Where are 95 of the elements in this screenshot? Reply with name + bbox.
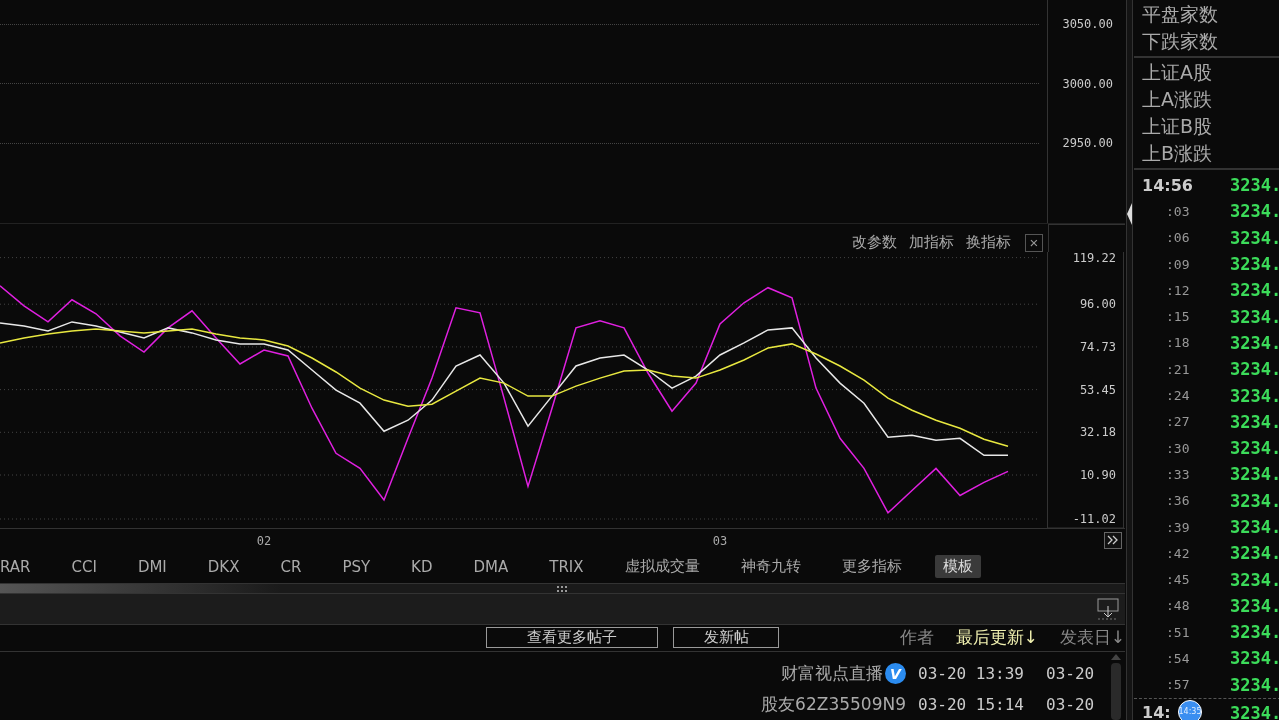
indicator-tab[interactable]: 神奇九转 [732,555,809,579]
tick-time: :42 [1165,545,1190,561]
axis-label: 96.00 [1079,296,1116,311]
tick-price: 3234. [1229,227,1279,248]
post-row[interactable]: 股友62Z35509N9 03-20 15:14 03-20 [0,689,1106,720]
stat-label: 平盘家数 [1141,2,1219,27]
collapse-handle-icon[interactable] [1127,203,1132,225]
axis-label: 10.90 [1079,467,1116,482]
indicator-tab[interactable]: PSY [334,555,379,578]
tick-price: 3234. [1229,517,1279,537]
tick-price: 3234. [1229,569,1279,590]
tick-time: :36 [1165,493,1190,509]
axis-label: 119.22 [1072,251,1116,265]
tick-price: 3234. [1229,543,1279,564]
indicator-tab[interactable]: 更多指标 [833,555,910,579]
axis-label: 3000.00 [1061,76,1114,91]
indicator-button[interactable]: 换指标 [960,232,1017,252]
stat-label: 上证B股 [1141,114,1214,139]
tick-time: :48 [1165,598,1190,614]
tick-price: 3234. [1229,438,1279,459]
table-cell-text: 03-20 [1045,664,1096,683]
tick-time: :24 [1165,388,1190,403]
tick-price: 3234. [1229,332,1279,353]
tick-time: 14: [1141,703,1171,720]
tick-time: :30 [1165,440,1190,456]
tick-price: 3234. [1229,622,1279,643]
tick-time: :39 [1165,519,1190,535]
column-header[interactable]: 发表日↓ [1059,626,1125,650]
tick-time: :03 [1165,203,1190,219]
table-cell-text: 03-20 15:14 [917,695,1025,714]
tick-time: :09 [1165,256,1190,272]
tick-time: :27 [1165,414,1190,430]
tick-price: 3234. [1229,280,1279,301]
tick-time: :15 [1165,309,1190,325]
tick-time: :54 [1165,651,1190,666]
indicator-button[interactable]: 加指标 [903,232,960,252]
axis-label: 2950.00 [1061,136,1114,150]
tick-time: :21 [1165,361,1190,377]
indicator-tab[interactable]: KD [403,555,441,578]
tick-price: 3234. [1229,702,1279,720]
stat-label: 上B涨跌 [1141,141,1214,166]
stat-label: 下跌家数 [1141,29,1219,54]
tick-time: :51 [1165,624,1190,640]
tick-time: :18 [1165,335,1190,351]
download-icon[interactable] [1097,598,1119,621]
indicator-tab[interactable]: DMI [129,555,175,578]
new-post-button[interactable]: 发新帖 [673,627,779,649]
column-header[interactable]: 作者 [899,626,934,650]
indicator-tab[interactable]: CCI [63,555,105,578]
indicator-tab[interactable]: DMA [465,555,517,578]
stat-label: 上A涨跌 [1141,87,1213,112]
tick-time: :12 [1165,282,1190,298]
axis-label: 74.73 [1079,339,1116,354]
stat-label: 上证A股 [1141,60,1213,85]
grip-icon[interactable] [556,585,569,592]
tick-time: :45 [1165,572,1190,588]
tick-price: 3234. [1229,490,1279,511]
tick-price: 3234. [1229,201,1279,222]
indicator-tab[interactable]: 模板 [934,555,981,579]
tick-price: 3234. [1229,306,1279,327]
more-posts-button[interactable]: 查看更多帖子 [486,627,658,649]
indicator-tab[interactable]: DKX [199,555,248,578]
axis-label: -11.02 [1072,511,1116,526]
tick-price: 3234. [1229,254,1279,275]
axis-label: 3050.00 [1061,17,1114,31]
table-cell-text: 03-20 [1045,695,1096,714]
scroll-right-button[interactable] [1104,531,1122,549]
tick-time: 14:56 [1141,175,1193,195]
tick-price: 3234. [1229,674,1279,695]
column-header[interactable]: 最后更新↓ [955,626,1038,650]
author-name[interactable]: 股友62Z35509N9 [761,693,906,716]
tick-time: :57 [1165,677,1190,693]
axis-label: 02 [256,533,272,548]
indicator-tab[interactable]: CR [272,555,310,578]
axis-label: 32.18 [1079,424,1116,439]
indicator-tab[interactable]: TRIX [541,555,592,578]
table-cell-text: 03-20 13:39 [917,664,1025,683]
axis-label: 53.45 [1079,382,1116,397]
tick-time: :33 [1165,466,1190,482]
tick-price: 3234. [1229,595,1279,616]
author-name[interactable]: 财富视点直播 [781,662,883,685]
verified-badge: V [885,663,906,684]
indicator-tab[interactable]: RAR [0,555,39,578]
indicator-tab[interactable]: 虚拟成交量 [616,555,708,579]
tick-price: 3234. [1229,175,1279,196]
close-button[interactable]: × [1025,233,1043,252]
tick-price: 3234. [1229,648,1279,669]
tick-price: 3234. [1229,464,1279,485]
tick-price: 3234. [1229,359,1279,380]
tick-price: 3234. [1229,385,1279,406]
scrollbar-thumb[interactable] [1111,663,1121,720]
tick-time: :06 [1165,230,1190,246]
axis-label: 03 [712,533,728,548]
indicator-button[interactable]: 改参数 [846,232,903,252]
tick-price: 3234. [1229,411,1279,432]
